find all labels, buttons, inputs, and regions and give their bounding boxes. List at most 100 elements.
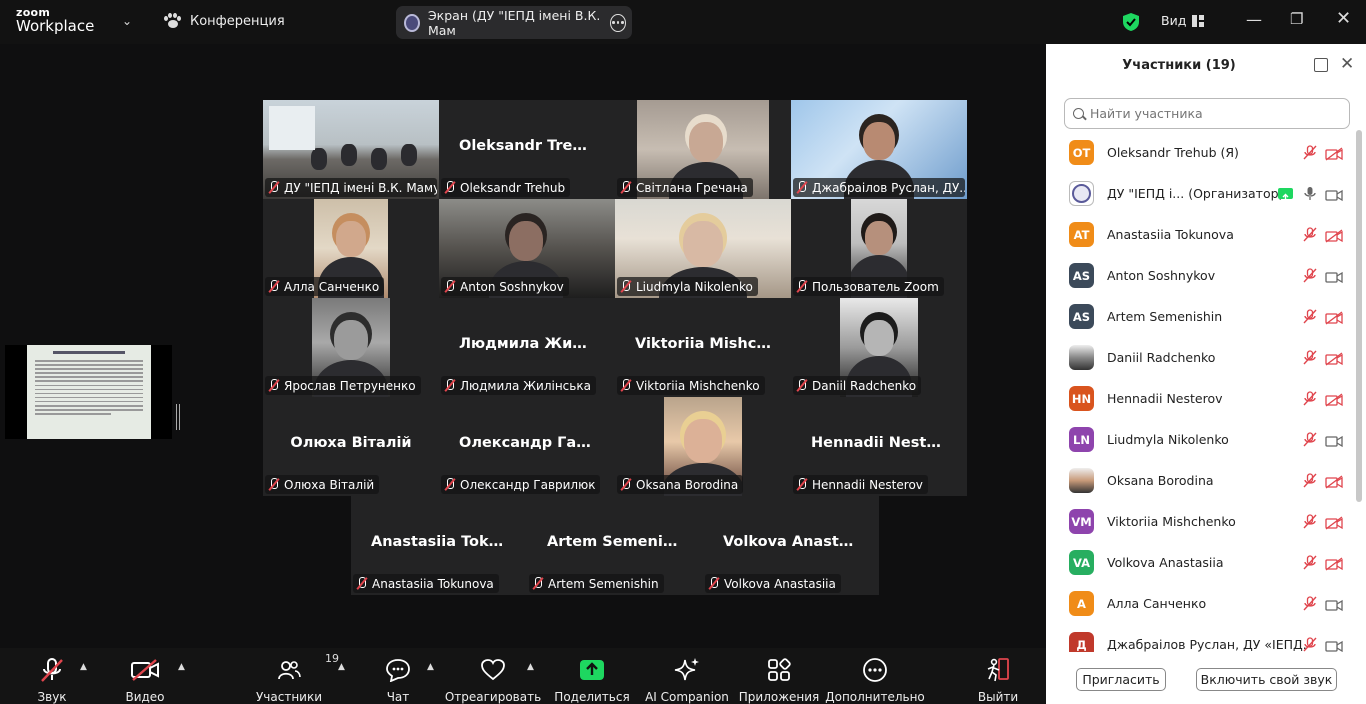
- mic-muted-icon[interactable]: [1303, 391, 1317, 406]
- video-options-caret[interactable]: ▲: [178, 662, 185, 672]
- mic-muted-icon[interactable]: [1303, 637, 1317, 652]
- mic-muted-icon[interactable]: [1303, 227, 1317, 242]
- camera-off-icon[interactable]: [1325, 351, 1343, 366]
- participant-row[interactable]: VA Volkova Anastasiia: [1046, 542, 1352, 583]
- mic-muted-icon[interactable]: [1303, 473, 1317, 488]
- invite-button[interactable]: Пригласить: [1076, 668, 1166, 691]
- camera-off-icon[interactable]: [1325, 392, 1343, 407]
- camera-icon[interactable]: [1325, 433, 1343, 447]
- participant-row[interactable]: А Алла Санченко: [1046, 583, 1352, 624]
- video-tile[interactable]: Anton Soshnykov: [439, 199, 615, 298]
- screen-share-pill[interactable]: Экран (ДУ "ІЕПД імені В.К. Мам: [396, 6, 632, 39]
- apps-button[interactable]: Приложения: [739, 648, 819, 704]
- camera-off-icon[interactable]: [1325, 515, 1343, 530]
- camera-icon[interactable]: [1325, 638, 1343, 652]
- name-tag-label: Liudmyla Nikolenko: [636, 279, 753, 294]
- search-input[interactable]: [1090, 106, 1330, 121]
- resize-handle[interactable]: [176, 404, 180, 430]
- ai-companion-button[interactable]: AI Companion: [645, 648, 729, 704]
- tile-display-name: Hennadii Nester...: [811, 435, 958, 451]
- leave-button[interactable]: Выйти: [978, 648, 1018, 704]
- camera-off-icon[interactable]: [1325, 228, 1343, 243]
- participant-row[interactable]: LN Liudmyla Nikolenko: [1046, 419, 1352, 460]
- view-button[interactable]: Вид: [1161, 13, 1205, 28]
- mic-muted-icon[interactable]: [1303, 309, 1317, 324]
- participant-row[interactable]: ДУ "ІЕПД і... (Организатор): [1046, 173, 1352, 214]
- more-button[interactable]: Дополнительно: [825, 648, 925, 704]
- reactions-options-caret[interactable]: ▲: [527, 662, 534, 672]
- video-button[interactable]: Видео: [121, 648, 169, 704]
- participant-name: Oksana Borodina: [1107, 473, 1214, 488]
- camera-off-icon[interactable]: [1325, 474, 1343, 489]
- chat-options-caret[interactable]: ▲: [427, 662, 434, 672]
- participants-options-caret[interactable]: ▲: [338, 662, 345, 672]
- camera-off-icon[interactable]: [1325, 556, 1343, 571]
- share-label: Поделиться: [554, 690, 630, 704]
- face-shape: [336, 221, 366, 257]
- participants-button[interactable]: 19 Участники: [256, 648, 339, 704]
- video-tile[interactable]: ДУ "ІЕПД імені В.К. Мамут...: [263, 100, 439, 199]
- participant-row[interactable]: HN Hennadii Nesterov: [1046, 378, 1352, 419]
- room-person-shape: [371, 148, 387, 170]
- video-tile[interactable]: Алла Санченко: [263, 199, 439, 298]
- video-tile[interactable]: Liudmyla Nikolenko: [615, 199, 791, 298]
- video-tile[interactable]: Ярослав Петруненко: [263, 298, 439, 397]
- chevron-down-icon[interactable]: ⌄: [122, 14, 132, 28]
- video-tile[interactable]: Daniil Radchenko: [791, 298, 967, 397]
- video-tile[interactable]: Людмила Жилі... Людмила Жилінська: [439, 298, 615, 397]
- camera-icon[interactable]: [1325, 269, 1343, 283]
- camera-icon[interactable]: [1325, 187, 1343, 201]
- camera-off-icon[interactable]: [1325, 310, 1343, 325]
- minimize-icon[interactable]: —: [1246, 10, 1262, 29]
- reactions-button[interactable]: Отреагировать: [445, 648, 541, 704]
- participant-search[interactable]: [1064, 98, 1350, 129]
- camera-off-icon[interactable]: [1325, 146, 1343, 161]
- participant-row[interactable]: AS Anton Soshnykov: [1046, 255, 1352, 296]
- video-tile[interactable]: Viktoriia Mishch... Viktoriia Mishchenko: [615, 298, 791, 397]
- meeting-info-button[interactable]: Конференция: [164, 13, 285, 29]
- scrollbar[interactable]: [1356, 130, 1362, 502]
- unmute-me-button[interactable]: Включить свой звук: [1196, 668, 1337, 691]
- shared-screen-thumbnail[interactable]: [5, 345, 172, 439]
- face-shape: [864, 320, 894, 356]
- mic-muted-icon[interactable]: [1303, 350, 1317, 365]
- video-tile[interactable]: Hennadii Nester... Hennadii Nesterov: [791, 397, 967, 496]
- video-tile[interactable]: Volkova Anastas... Volkova Anastasiia: [703, 496, 879, 595]
- audio-options-caret[interactable]: ▲: [80, 662, 87, 672]
- camera-icon[interactable]: [1325, 597, 1343, 611]
- shield-check-icon[interactable]: [1122, 12, 1140, 32]
- mic-muted-icon[interactable]: [1303, 145, 1317, 160]
- more-options-icon[interactable]: [610, 13, 626, 32]
- mic-muted-icon[interactable]: [1303, 514, 1317, 529]
- participant-row[interactable]: AT Anastasiia Tokunova: [1046, 214, 1352, 255]
- mic-icon[interactable]: [1303, 186, 1317, 201]
- video-tile[interactable]: Oleksandr Trehub Oleksandr Trehub: [439, 100, 615, 199]
- video-tile[interactable]: Олюха Віталій Олюха Віталій: [263, 397, 439, 496]
- participant-row[interactable]: VM Viktoriia Mishchenko: [1046, 501, 1352, 542]
- chat-button[interactable]: Чат: [380, 648, 416, 704]
- video-tile[interactable]: Artem Semenishin Artem Semenishin: [527, 496, 703, 595]
- participant-row[interactable]: AS Artem Semenishin: [1046, 296, 1352, 337]
- pop-out-icon[interactable]: [1314, 58, 1328, 72]
- mic-muted-icon[interactable]: [1303, 268, 1317, 283]
- close-panel-icon[interactable]: ✕: [1340, 54, 1354, 74]
- mic-muted-icon[interactable]: [1303, 596, 1317, 611]
- video-tile[interactable]: Світлана Гречана: [615, 100, 791, 199]
- video-tile[interactable]: Oksana Borodina: [615, 397, 791, 496]
- video-tile[interactable]: Anastasiia Toku... Anastasiia Tokunova: [351, 496, 527, 595]
- mic-muted-icon[interactable]: [1303, 555, 1317, 570]
- mic-muted-icon[interactable]: [1303, 432, 1317, 447]
- participant-row[interactable]: Д Джабраілов Руслан, ДУ «ІЕПД...: [1046, 624, 1352, 652]
- share-screen-button[interactable]: Поделиться: [554, 648, 630, 704]
- zoom-logo[interactable]: zoom Workplace: [16, 7, 94, 34]
- participant-row[interactable]: Daniil Radchenko: [1046, 337, 1352, 378]
- audio-button[interactable]: Звук: [30, 648, 74, 704]
- participant-row[interactable]: Oksana Borodina: [1046, 460, 1352, 501]
- video-tile[interactable]: Пользователь Zoom: [791, 199, 967, 298]
- close-window-icon[interactable]: ✕: [1336, 8, 1351, 29]
- name-tag-label: Пользователь Zoom: [812, 279, 939, 294]
- participant-row[interactable]: OT Oleksandr Trehub (Я): [1046, 132, 1352, 173]
- restore-icon[interactable]: ❐: [1290, 10, 1303, 28]
- video-tile[interactable]: Олександр Гав... Олександр Гаврилюк: [439, 397, 615, 496]
- video-tile[interactable]: Джабраілов Руслан, ДУ...: [791, 100, 967, 199]
